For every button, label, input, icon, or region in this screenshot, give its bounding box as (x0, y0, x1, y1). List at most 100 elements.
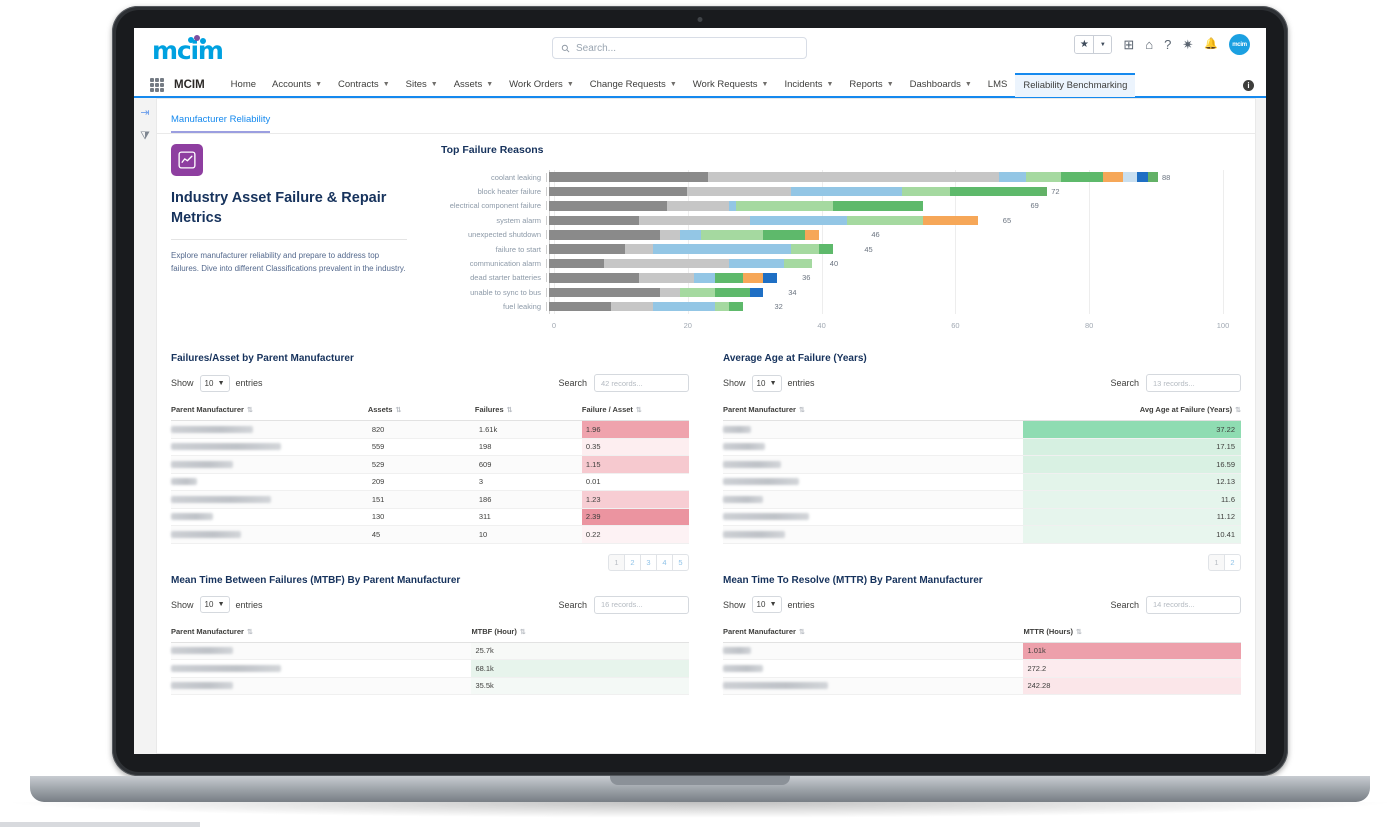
page-size-select[interactable]: 10 ▼ (751, 596, 782, 613)
stacked-bar[interactable] (549, 186, 1048, 197)
bar-segment[interactable] (784, 258, 812, 269)
nav-item-accounts[interactable]: Accounts ▼ (264, 73, 330, 97)
page-button[interactable]: 2 (624, 553, 641, 571)
page-button[interactable]: 1 (1208, 553, 1225, 571)
bar-segment[interactable] (735, 201, 833, 211)
info-icon[interactable]: i (1243, 79, 1254, 91)
bar-segment[interactable] (1147, 172, 1158, 182)
bar-segment[interactable] (549, 273, 639, 283)
bar-segment[interactable] (549, 172, 709, 182)
nav-item-reports[interactable]: Reports ▼ (841, 73, 901, 97)
bar-segment[interactable] (708, 172, 999, 182)
chart-bar-row[interactable]: unable to sync to bus 34 (441, 285, 1241, 299)
bar-segment[interactable] (950, 186, 1041, 197)
column-header[interactable]: Parent Manufacturer ⇅ (723, 405, 1024, 421)
chevron-down-icon[interactable]: ▼ (762, 73, 769, 97)
bar-segment[interactable] (818, 244, 833, 254)
table-search-input[interactable]: 14 records... (1146, 595, 1241, 614)
bar-segment[interactable] (715, 301, 729, 312)
table-row[interactable]: 209 3 0.01 (171, 473, 689, 491)
bar-segment[interactable] (791, 244, 819, 254)
table-search-input[interactable]: 42 records... (594, 374, 689, 392)
chevron-down-icon[interactable]: ▼ (383, 73, 390, 97)
stacked-bar[interactable] (549, 273, 798, 283)
bar-segment[interactable] (659, 287, 681, 298)
stacked-bar[interactable] (549, 258, 826, 269)
page-button[interactable]: 3 (640, 553, 657, 571)
stacked-bar[interactable] (549, 215, 999, 226)
column-header[interactable]: Failures ⇅ (474, 405, 582, 421)
table-row[interactable]: 10.41 (723, 525, 1241, 544)
bar-segment[interactable] (687, 186, 792, 197)
tab-manufacturer-reliability[interactable]: Manufacturer Reliability (171, 114, 271, 133)
sort-icon[interactable]: ⇅ (1235, 407, 1241, 414)
bar-segment[interactable] (763, 230, 805, 240)
favorites-dropdown-icon[interactable]: ▼ (1093, 36, 1112, 53)
nav-item-incidents[interactable]: Incidents ▼ (776, 73, 841, 97)
bar-segment[interactable] (638, 273, 695, 283)
stacked-bar[interactable] (549, 230, 867, 240)
column-header[interactable]: Avg Age at Failure (Years) ⇅ (1023, 405, 1241, 421)
bell-icon[interactable]: 🔔 (1204, 39, 1218, 50)
sort-icon[interactable]: ⇅ (507, 407, 513, 414)
bar-segment[interactable] (715, 273, 743, 283)
bar-segment[interactable] (652, 301, 716, 312)
bar-segment[interactable] (549, 244, 626, 254)
bar-segment[interactable] (763, 273, 778, 283)
table-row[interactable]: 16.59 (723, 455, 1241, 474)
table-row[interactable]: 37.22 (723, 420, 1241, 439)
bar-segment[interactable] (549, 301, 612, 312)
bar-segment[interactable] (804, 230, 819, 240)
stacked-bar[interactable] (549, 172, 1158, 182)
column-header[interactable]: Parent Manufacturer ⇅ (171, 626, 472, 643)
bar-segment[interactable] (791, 186, 902, 197)
stacked-bar[interactable] (549, 287, 784, 298)
stacked-bar[interactable] (549, 244, 860, 254)
table-row[interactable]: 272.2 (723, 659, 1241, 678)
bar-segment[interactable] (549, 287, 660, 298)
bar-segment[interactable] (611, 301, 653, 312)
nav-item-sites[interactable]: Sites ▼ (398, 73, 446, 97)
nav-item-home[interactable]: Home (223, 73, 264, 97)
chevron-down-icon[interactable]: ▼ (670, 73, 677, 97)
page-size-select[interactable]: 10 ▼ (199, 374, 230, 392)
page-size-select[interactable]: 10 ▼ (751, 374, 782, 392)
bar-segment[interactable] (638, 215, 750, 226)
chart-bar-row[interactable]: dead starter batteries 36 (441, 271, 1241, 285)
page-button[interactable]: 1 (608, 553, 625, 571)
column-header[interactable]: MTTR (Hours) ⇅ (1023, 626, 1241, 643)
chart-bar-row[interactable]: failure to start 45 (441, 242, 1241, 256)
bar-segment[interactable] (549, 215, 639, 226)
page-button[interactable]: 2 (1224, 553, 1241, 571)
global-search-input[interactable]: Search... (552, 37, 807, 59)
chart-bar-row[interactable]: fuel leaking 32 (441, 300, 1241, 314)
bar-segment[interactable] (742, 273, 764, 283)
bar-segment[interactable] (1102, 172, 1124, 182)
sort-icon[interactable]: ⇅ (247, 407, 253, 414)
filter-icon[interactable]: ⧩ (140, 130, 150, 143)
bar-segment[interactable] (846, 215, 923, 226)
bar-segment[interactable] (604, 258, 729, 269)
gear-icon[interactable]: ✷ (1182, 38, 1193, 51)
column-header[interactable]: Parent Manufacturer ⇅ (723, 626, 1024, 643)
table-row[interactable]: 35.5k (171, 677, 689, 695)
bar-segment[interactable] (1123, 172, 1138, 182)
sort-icon[interactable]: ⇅ (799, 407, 805, 414)
table-row[interactable]: 11.6 (723, 490, 1241, 509)
chevron-down-icon[interactable]: ▼ (965, 73, 972, 97)
bar-segment[interactable] (832, 201, 923, 211)
bar-segment[interactable] (901, 186, 951, 197)
chevron-down-icon[interactable]: ▼ (826, 73, 833, 97)
bar-segment[interactable] (1137, 172, 1148, 182)
bar-segment[interactable] (680, 287, 716, 298)
bar-segment[interactable] (659, 230, 681, 240)
bar-segment[interactable] (680, 230, 702, 240)
bar-segment[interactable] (1026, 172, 1062, 182)
bar-segment[interactable] (728, 201, 736, 211)
nav-item-change-requests[interactable]: Change Requests ▼ (582, 73, 685, 97)
sort-icon[interactable]: ⇅ (799, 629, 805, 636)
column-header[interactable]: Assets ⇅ (367, 405, 475, 421)
chevron-down-icon[interactable]: ▼ (431, 73, 438, 97)
table-row[interactable]: 12.13 (723, 473, 1241, 491)
table-row[interactable]: 1.01k (723, 642, 1241, 660)
